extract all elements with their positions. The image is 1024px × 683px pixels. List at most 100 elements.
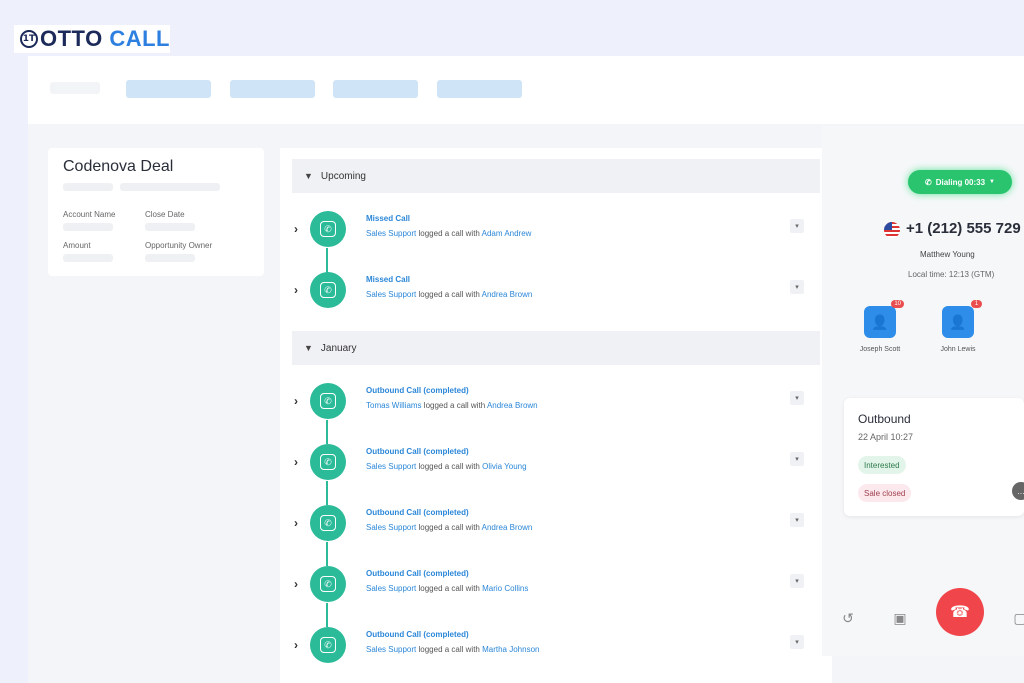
call-description: Sales Support logged a call with Andrea … bbox=[366, 290, 532, 299]
field-value-opportunity-owner bbox=[145, 254, 195, 262]
call-verb: logged a call with bbox=[421, 401, 487, 410]
chevron-right-icon[interactable]: › bbox=[294, 455, 298, 469]
agent-name: Joseph Scott bbox=[859, 346, 901, 353]
chevron-down-icon: ▼ bbox=[304, 343, 313, 353]
history-icon[interactable]: ↺ bbox=[838, 608, 858, 628]
timeline-row[interactable]: › ✆ Missed Call Sales Support logged a c… bbox=[280, 211, 832, 251]
contact-link[interactable]: Andrea Brown bbox=[487, 401, 538, 410]
contact-link[interactable]: Mario Collins bbox=[482, 584, 528, 593]
agent-john-lewis[interactable]: 👤 1 John Lewis bbox=[928, 300, 988, 353]
field-label-close-date: Close Date bbox=[145, 210, 185, 219]
phone-log-icon: ✆ bbox=[310, 566, 346, 602]
contact-link[interactable]: Andrea Brown bbox=[482, 523, 533, 532]
nav-item-2[interactable] bbox=[230, 80, 315, 98]
nav-item-4[interactable] bbox=[437, 80, 522, 98]
timeline-row[interactable]: › ✆ Outbound Call (completed) Sales Supp… bbox=[280, 444, 832, 484]
call-description: Sales Support logged a call with Mario C… bbox=[366, 584, 528, 593]
contact-card-icon[interactable]: ▣ bbox=[890, 608, 910, 628]
timeline-connector bbox=[326, 248, 328, 274]
brand-name: OTTO CALL bbox=[40, 26, 170, 52]
chevron-right-icon[interactable]: › bbox=[294, 516, 298, 530]
dialing-status-pill[interactable]: ✆ Dialing 00:33 ▼ bbox=[908, 170, 1012, 194]
chevron-right-icon[interactable]: › bbox=[294, 394, 298, 408]
call-type[interactable]: Missed Call bbox=[366, 214, 410, 223]
field-value-amount bbox=[63, 254, 113, 262]
field-label-account-name: Account Name bbox=[63, 210, 116, 219]
top-navigation bbox=[28, 56, 1024, 124]
phone-log-icon: ✆ bbox=[310, 505, 346, 541]
nav-item-3[interactable] bbox=[333, 80, 418, 98]
brand-logo: 1T OTTO CALL bbox=[14, 25, 170, 53]
call-description: Sales Support logged a call with Andrea … bbox=[366, 523, 532, 532]
section-header-january[interactable]: ▼ January bbox=[292, 331, 820, 365]
call-type[interactable]: Outbound Call (completed) bbox=[366, 508, 469, 517]
timeline-row[interactable]: › ✆ Outbound Call (completed) Sales Supp… bbox=[280, 505, 832, 545]
tag-interested[interactable]: Interested bbox=[858, 456, 906, 474]
row-menu-button[interactable]: ▾ bbox=[790, 635, 804, 649]
row-menu-button[interactable]: ▾ bbox=[790, 280, 804, 294]
hangup-button[interactable]: ☎ bbox=[936, 588, 984, 636]
user-icon[interactable]: 👤 10 bbox=[864, 300, 904, 338]
timeline-row[interactable]: › ✆ Outbound Call (completed) Sales Supp… bbox=[280, 566, 832, 606]
phone-log-icon: ✆ bbox=[310, 272, 346, 308]
timeline-row[interactable]: › ✆ Outbound Call (completed) Tomas Will… bbox=[280, 383, 832, 423]
actor-link[interactable]: Sales Support bbox=[366, 229, 416, 238]
call-type[interactable]: Outbound Call (completed) bbox=[366, 447, 469, 456]
actor-link[interactable]: Sales Support bbox=[366, 290, 416, 299]
actor-link[interactable]: Sales Support bbox=[366, 645, 416, 654]
deal-subtitle-placeholder bbox=[120, 183, 220, 191]
deal-card: Codenova Deal Account Name Close Date Am… bbox=[48, 148, 264, 276]
call-controls: ↺ ▣ ☎ ▢ bbox=[822, 588, 1024, 648]
more-icon[interactable]: … bbox=[1012, 482, 1024, 500]
chevron-right-icon[interactable]: › bbox=[294, 283, 298, 297]
call-description: Sales Support logged a call with Olivia … bbox=[366, 462, 527, 471]
notification-badge: 1 bbox=[971, 300, 982, 308]
chat-icon[interactable]: ▢ bbox=[1010, 608, 1024, 628]
call-summary-card: Outbound 22 April 10:27 Interested Sale … bbox=[844, 398, 1024, 516]
row-menu-button[interactable]: ▾ bbox=[790, 513, 804, 527]
contact-link[interactable]: Andrea Brown bbox=[482, 290, 533, 299]
deal-subtitle-placeholder bbox=[63, 183, 113, 191]
contact-name: Matthew Young bbox=[920, 250, 975, 259]
actor-link[interactable]: Sales Support bbox=[366, 523, 416, 532]
local-time: Local time: 12:13 (GTM) bbox=[908, 270, 995, 279]
field-label-opportunity-owner: Opportunity Owner bbox=[145, 241, 213, 250]
agent-joseph-scott[interactable]: 👤 10 Joseph Scott bbox=[850, 300, 910, 353]
contact-link[interactable]: Olivia Young bbox=[482, 462, 526, 471]
call-verb: logged a call with bbox=[416, 584, 483, 593]
chevron-right-icon[interactable]: › bbox=[294, 222, 298, 236]
field-value-account-name bbox=[63, 223, 113, 231]
row-menu-button[interactable]: ▾ bbox=[790, 391, 804, 405]
timeline-connector bbox=[326, 542, 328, 566]
chevron-right-icon[interactable]: › bbox=[294, 577, 298, 591]
dialer-panel: ✆ Dialing 00:33 ▼ +1 (212) 555 729 Matth… bbox=[822, 126, 1024, 656]
section-header-upcoming[interactable]: ▼ Upcoming bbox=[292, 159, 820, 193]
timeline-row[interactable]: › ✆ Missed Call Sales Support logged a c… bbox=[280, 272, 832, 312]
call-description: Sales Support logged a call with Adam An… bbox=[366, 229, 531, 238]
tag-sale-closed[interactable]: Sale closed bbox=[858, 484, 912, 502]
user-icon[interactable]: 👤 1 bbox=[942, 300, 982, 338]
chevron-down-icon: ▼ bbox=[304, 171, 313, 181]
nav-item-1[interactable] bbox=[126, 80, 211, 98]
actor-link[interactable]: Tomas Williams bbox=[366, 401, 422, 410]
actor-link[interactable]: Sales Support bbox=[366, 462, 416, 471]
field-label-amount: Amount bbox=[63, 241, 91, 250]
logo-icon: 1T bbox=[20, 30, 38, 48]
chevron-down-icon: ▼ bbox=[989, 179, 995, 185]
row-menu-button[interactable]: ▾ bbox=[790, 452, 804, 466]
call-type[interactable]: Missed Call bbox=[366, 275, 410, 284]
phone-log-icon: ✆ bbox=[310, 627, 346, 663]
contact-link[interactable]: Adam Andrew bbox=[482, 229, 532, 238]
timeline-row[interactable]: › ✆ Outbound Call (completed) Sales Supp… bbox=[280, 627, 832, 667]
chevron-right-icon[interactable]: › bbox=[294, 638, 298, 652]
contact-link[interactable]: Martha Johnson bbox=[482, 645, 539, 654]
row-menu-button[interactable]: ▾ bbox=[790, 574, 804, 588]
row-menu-button[interactable]: ▾ bbox=[790, 219, 804, 233]
call-type[interactable]: Outbound Call (completed) bbox=[366, 569, 469, 578]
timeline-connector bbox=[326, 603, 328, 627]
app-logo-placeholder bbox=[50, 82, 100, 94]
actor-link[interactable]: Sales Support bbox=[366, 584, 416, 593]
call-type[interactable]: Outbound Call (completed) bbox=[366, 386, 469, 395]
call-direction: Outbound bbox=[858, 412, 911, 426]
call-type[interactable]: Outbound Call (completed) bbox=[366, 630, 469, 639]
